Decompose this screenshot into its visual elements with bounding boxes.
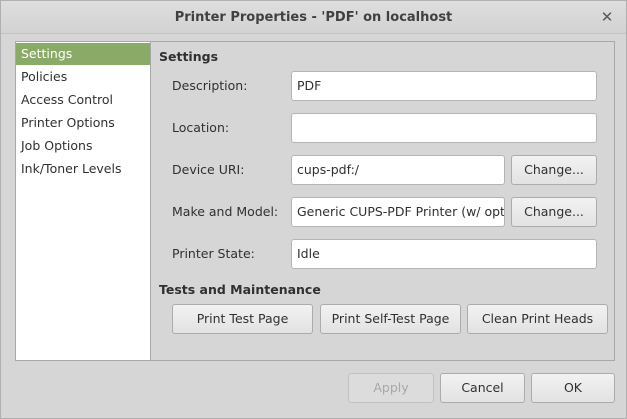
titlebar[interactable]: Printer Properties - 'PDF' on localhost … <box>1 1 626 34</box>
tests-maintenance-heading: Tests and Maintenance <box>159 282 321 297</box>
location-field[interactable] <box>291 113 597 143</box>
cancel-button[interactable]: Cancel <box>440 373 525 403</box>
settings-heading: Settings <box>159 49 219 64</box>
printer-properties-dialog: Printer Properties - 'PDF' on localhost … <box>0 0 627 419</box>
device-uri-label: Device URI: <box>172 162 245 177</box>
close-icon[interactable]: ✕ <box>598 8 616 26</box>
make-model-change-button[interactable]: Change... <box>511 197 597 227</box>
clean-print-heads-button[interactable]: Clean Print Heads <box>467 304 608 334</box>
print-self-test-page-button[interactable]: Print Self-Test Page <box>320 304 461 334</box>
description-field[interactable]: PDF <box>291 71 597 101</box>
make-model-field[interactable]: Generic CUPS-PDF Printer (w/ options) <box>291 197 505 227</box>
printer-state-field: Idle <box>291 239 597 269</box>
sidebar-item-ink-toner-levels[interactable]: Ink/Toner Levels <box>16 158 150 180</box>
printer-state-label: Printer State: <box>172 246 255 261</box>
print-test-page-button[interactable]: Print Test Page <box>172 304 313 334</box>
window-title: Printer Properties - 'PDF' on localhost <box>174 10 453 25</box>
sidebar-item-job-options[interactable]: Job Options <box>16 135 150 157</box>
content-frame: Settings Policies Access Control Printer… <box>15 41 615 361</box>
description-label: Description: <box>172 78 248 93</box>
device-uri-change-button[interactable]: Change... <box>511 155 597 185</box>
sidebar-item-policies[interactable]: Policies <box>16 66 150 88</box>
sidebar: Settings Policies Access Control Printer… <box>16 42 151 360</box>
ok-button[interactable]: OK <box>531 373 615 403</box>
apply-button[interactable]: Apply <box>348 373 434 403</box>
sidebar-item-settings[interactable]: Settings <box>16 43 150 65</box>
device-uri-field[interactable]: cups-pdf:/ <box>291 155 505 185</box>
settings-panel: Settings Description: PDF Location: Devi… <box>152 42 614 360</box>
sidebar-item-access-control[interactable]: Access Control <box>16 89 150 111</box>
make-model-label: Make and Model: <box>172 204 279 219</box>
location-label: Location: <box>172 120 230 135</box>
sidebar-item-printer-options[interactable]: Printer Options <box>16 112 150 134</box>
